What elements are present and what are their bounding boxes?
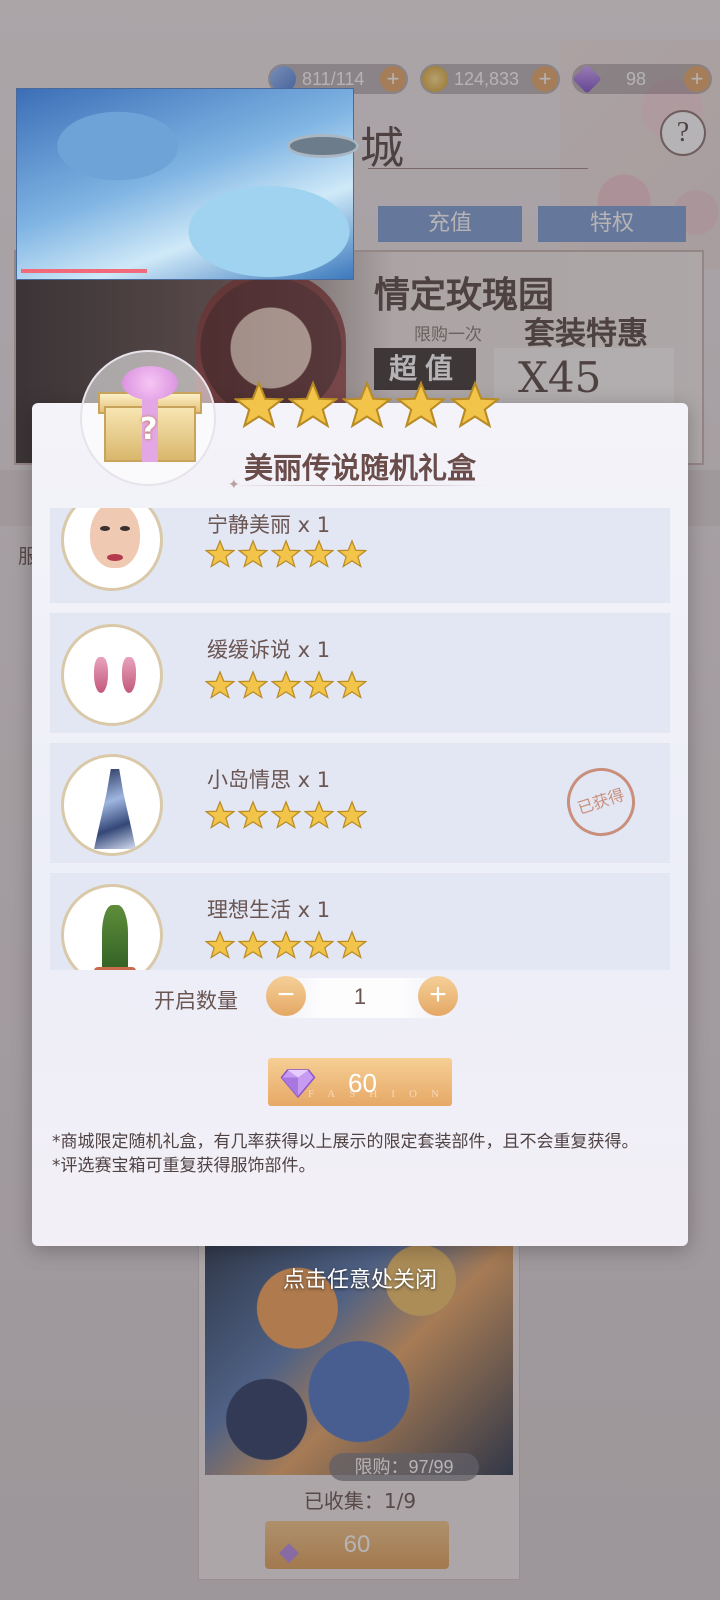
star-icon	[288, 380, 338, 429]
item-stars	[205, 670, 367, 700]
buy-watermark: FASHION	[308, 1088, 453, 1100]
dress-icon	[61, 754, 163, 856]
sparkle-icon: ✦	[228, 477, 240, 493]
quantity-decrease-button[interactable]: −	[266, 976, 306, 1016]
video-progress-bar	[21, 269, 147, 273]
star-icon	[238, 800, 268, 829]
star-icon	[234, 380, 284, 429]
star-icon	[304, 800, 334, 829]
star-icon	[205, 800, 235, 829]
item-stars	[205, 800, 367, 830]
video-scene-platform	[287, 134, 359, 158]
earrings-icon	[61, 624, 163, 726]
star-icon	[396, 380, 446, 429]
item-name: 理想生活 x 1	[207, 898, 331, 922]
star-icon	[271, 670, 301, 699]
star-icon	[342, 380, 392, 429]
list-item[interactable]: 缓缓诉说 x 1	[50, 613, 670, 733]
gift-box-icon: ?	[80, 350, 216, 486]
list-item[interactable]: 宁静美丽 x 1	[50, 508, 670, 603]
obtained-stamp: 已获得	[558, 759, 644, 845]
open-gift-buy-button[interactable]: FASHION 60	[268, 1058, 452, 1106]
star-icon	[271, 539, 301, 568]
item-name: 小岛情思 x 1	[207, 768, 331, 792]
note-random-box: *商城限定随机礼盒，有几率获得以上展示的限定套装部件，且不会重复获得。	[52, 1132, 639, 1152]
reward-list[interactable]: 宁静美丽 x 1 缓缓诉说 x 1 小岛情思 x 1 已获得 理想生活 x 1	[50, 508, 670, 970]
star-icon	[238, 930, 268, 959]
list-item[interactable]: 小岛情思 x 1 已获得	[50, 743, 670, 863]
close-hint: 点击任意处关闭	[282, 1268, 437, 1293]
star-icon	[205, 670, 235, 699]
note-contest-chest: *评选赛宝箱可重复获得服饰部件。	[52, 1156, 316, 1176]
item-name: 宁静美丽 x 1	[207, 513, 331, 537]
item-stars	[205, 539, 367, 569]
quantity-label: 开启数量	[154, 989, 238, 1013]
rarity-stars	[234, 380, 500, 430]
star-icon	[271, 800, 301, 829]
star-icon	[304, 670, 334, 699]
plant-icon	[61, 884, 163, 970]
title-divider	[228, 485, 488, 486]
list-item[interactable]: 理想生活 x 1	[50, 873, 670, 970]
star-icon	[238, 539, 268, 568]
star-icon	[271, 930, 301, 959]
dialog-notes: *商城限定随机礼盒，有几率获得以上展示的限定套装部件，且不会重复获得。 *评选赛…	[52, 1130, 652, 1178]
star-icon	[337, 800, 367, 829]
star-icon	[337, 670, 367, 699]
star-icon	[304, 930, 334, 959]
quantity-increase-button[interactable]: +	[418, 976, 458, 1016]
item-name: 缓缓诉说 x 1	[207, 638, 331, 662]
quantity-value: 1	[353, 984, 367, 1009]
star-icon	[205, 930, 235, 959]
star-icon	[205, 539, 235, 568]
buy-price: 60	[348, 1068, 377, 1098]
star-icon	[450, 380, 500, 429]
item-stars	[205, 930, 367, 960]
floating-video-player[interactable]	[16, 88, 359, 280]
star-icon	[238, 670, 268, 699]
star-icon	[337, 930, 367, 959]
star-icon	[304, 539, 334, 568]
face-makeup-icon	[61, 508, 163, 591]
star-icon	[337, 539, 367, 568]
